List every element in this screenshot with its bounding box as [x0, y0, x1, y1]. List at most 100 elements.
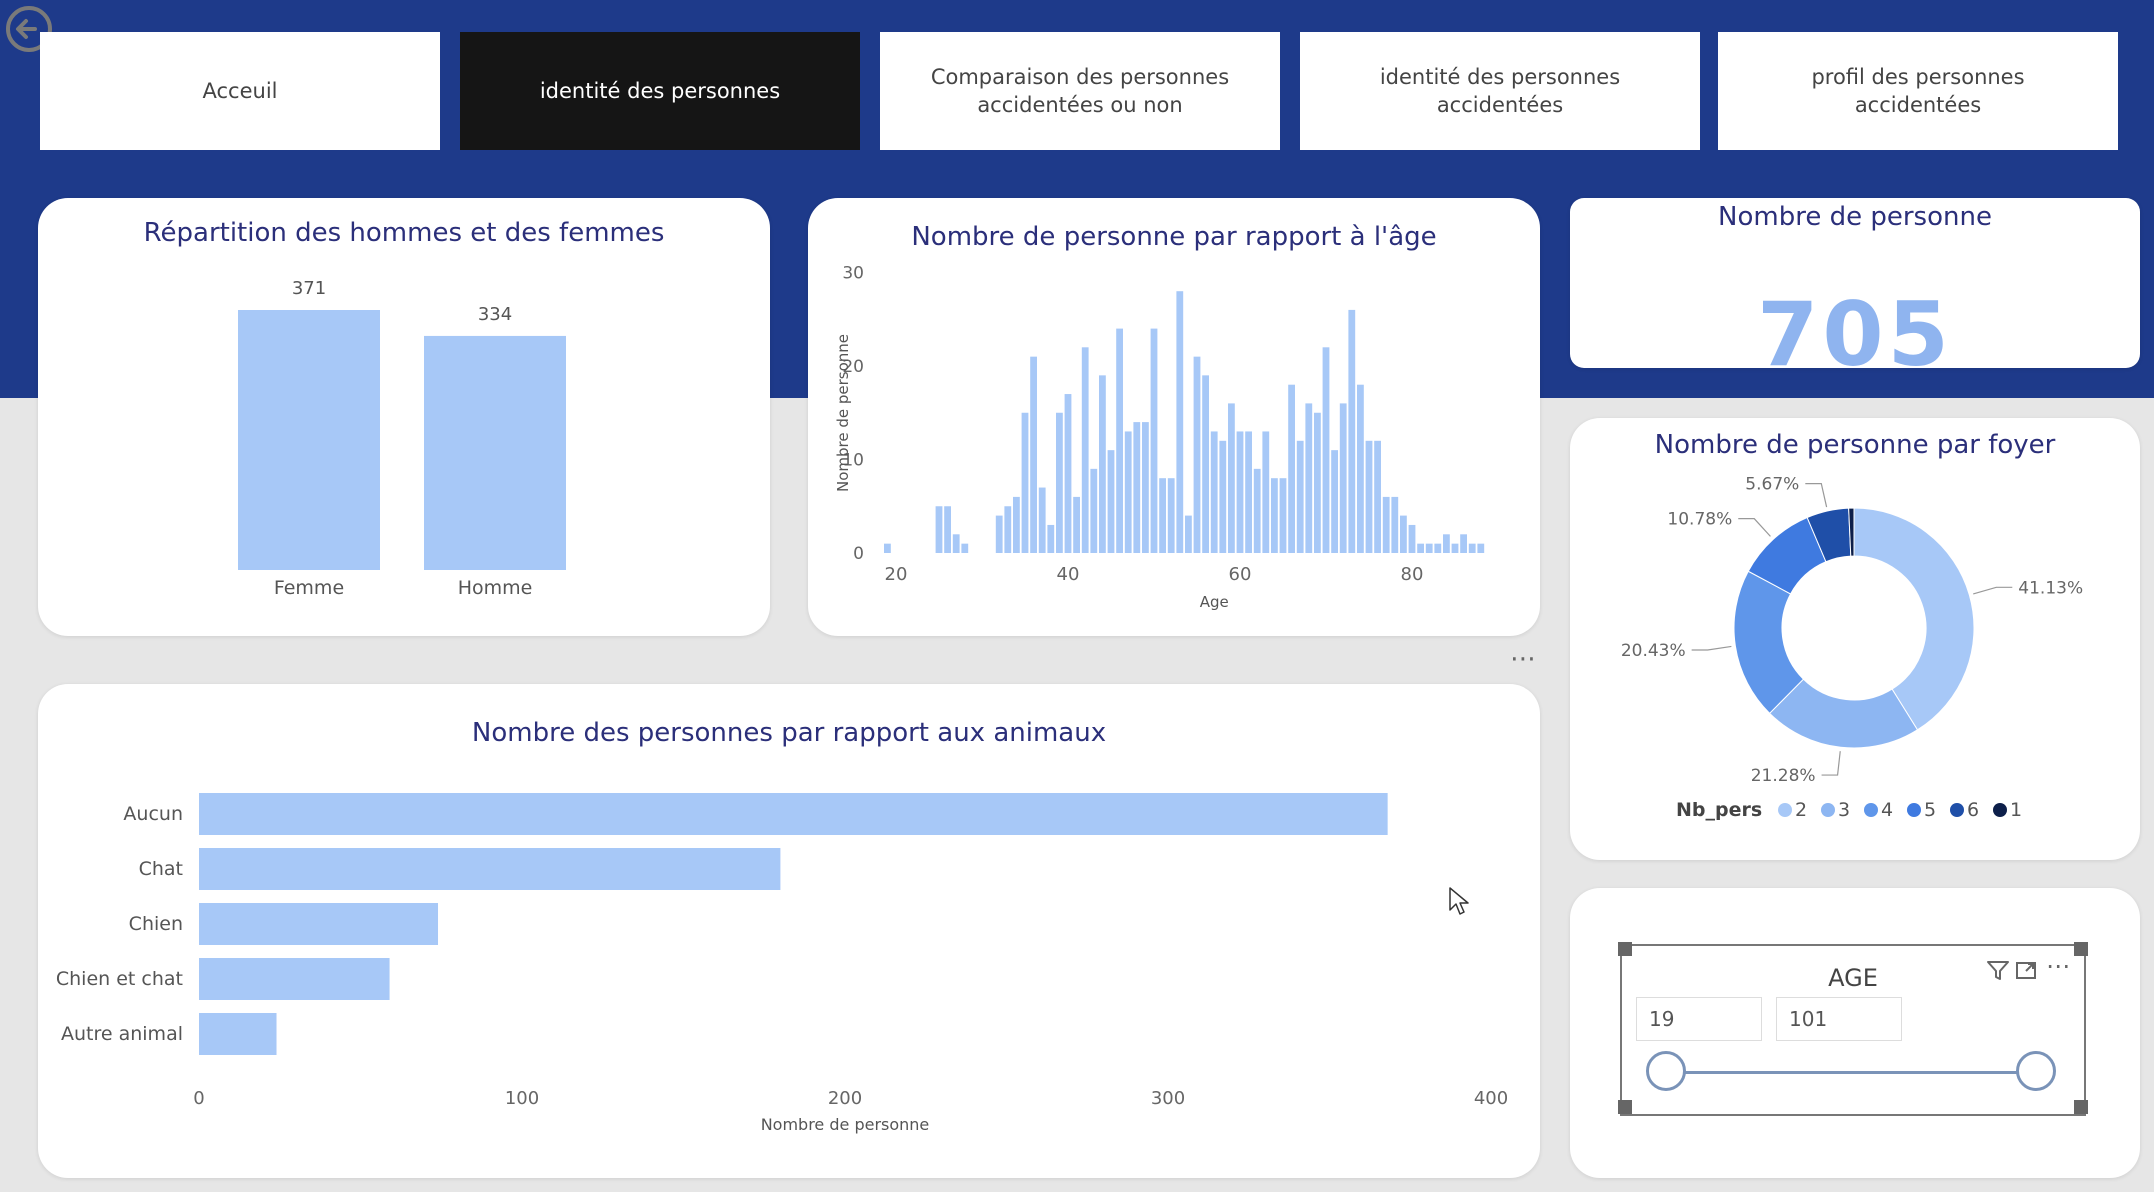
kpi-card[interactable]: Nombre de personne 705: [1570, 198, 2140, 386]
histogram-bar: [1425, 543, 1433, 553]
more-options-icon[interactable]: ⋯: [2046, 952, 2070, 980]
legend-swatch: [1821, 803, 1835, 817]
legend-swatch: [1907, 803, 1921, 817]
legend-item-6: 6: [1967, 799, 1979, 821]
histogram-bar: [1253, 468, 1261, 553]
leader-line: [1805, 483, 1828, 508]
filter-icon[interactable]: [1984, 956, 2012, 984]
leader-line: [1973, 586, 2013, 595]
age-max-input[interactable]: 101: [1776, 997, 1902, 1041]
slice-label: 10.78%: [1667, 510, 1732, 530]
animals-chart-card[interactable]: Nombre des personnes par rapport aux ani…: [38, 684, 1540, 1178]
histogram-bar: [1193, 356, 1201, 553]
histogram-bar: [1021, 412, 1029, 553]
y-tick-label: Chien et chat: [56, 968, 183, 990]
histogram-bar: [1314, 412, 1321, 553]
x-tick-label: Homme: [458, 577, 533, 599]
x-tick-label: 20: [885, 564, 908, 585]
household-donut-chart: 41.13% 21.28% 20.43% 10.78% 5.67% Nb_pers 2 3 4 5…: [1621, 475, 2083, 821]
legend-swatch: [1950, 803, 1964, 817]
histogram-bar: [1081, 347, 1089, 553]
tab-identite-accidentees[interactable]: identité des personnes accidentées: [1300, 32, 1700, 150]
histogram-bar: [952, 534, 960, 553]
gender-chart-card[interactable]: Répartition des hommes et des femmes 371…: [38, 198, 770, 636]
histogram-bar: [1451, 543, 1459, 553]
x-tick-label: 40: [1057, 564, 1080, 585]
tab-identite-des-personnes[interactable]: identité des personnes: [460, 32, 860, 150]
histogram-bar: [1116, 328, 1123, 553]
bar-chien: [199, 903, 439, 945]
histogram-bar: [1013, 496, 1020, 553]
histogram-bar: [1202, 375, 1209, 553]
kpi-title: Nombre de personne: [1718, 202, 1992, 232]
x-tick-label: 60: [1229, 564, 1252, 585]
histogram-bar: [1133, 422, 1141, 553]
tab-acceuil[interactable]: Acceuil: [40, 32, 440, 150]
mouse-cursor-icon: [1449, 887, 1469, 915]
x-tick-label: 100: [505, 1088, 539, 1109]
histogram-bar: [1004, 506, 1012, 553]
histogram-bar: [1339, 403, 1347, 553]
x-axis-label: Age: [1200, 593, 1229, 611]
tab-comparaison[interactable]: Comparaison des personnes accidentées ou…: [880, 32, 1280, 150]
tab-profil-accidentees[interactable]: profil des personnes accidentées: [1718, 32, 2118, 150]
histogram-bar: [1305, 403, 1313, 553]
resize-handle[interactable]: [2074, 1100, 2088, 1114]
histogram-bar: [1047, 524, 1055, 553]
histogram-bar: [1262, 431, 1270, 553]
resize-handle[interactable]: [1618, 1100, 1632, 1114]
histogram-bar: [1477, 543, 1485, 553]
histogram-bar: [1382, 496, 1390, 553]
more-options-icon[interactable]: ⋯: [1506, 646, 1540, 678]
histogram-bar: [961, 543, 969, 553]
bar-aucun: [199, 793, 1388, 835]
histogram-bar: [1150, 328, 1158, 553]
age-min-input[interactable]: 19: [1636, 997, 1762, 1041]
y-tick-label: 30: [842, 264, 864, 284]
histogram-bar: [1107, 450, 1115, 553]
histogram-bar: [1279, 478, 1287, 553]
legend-item-5: 5: [1924, 799, 1936, 821]
legend-item-3: 3: [1838, 799, 1850, 821]
household-chart-card[interactable]: Nombre de personne par foyer 41.13% 21.28…: [1570, 418, 2140, 860]
histogram-bar: [1417, 543, 1424, 553]
legend-item-4: 4: [1881, 799, 1893, 821]
focus-mode-icon[interactable]: [2012, 956, 2040, 984]
histogram-bar: [884, 543, 891, 553]
x-tick-label: 300: [1151, 1088, 1185, 1109]
histogram-bar: [1030, 356, 1037, 553]
slider-track[interactable]: [1668, 1071, 2034, 1074]
histogram-bar: [1124, 431, 1132, 553]
histogram-bar: [1296, 440, 1304, 553]
histogram-bar: [1038, 487, 1046, 553]
histogram-bar: [1176, 291, 1184, 553]
resize-handle[interactable]: [2074, 942, 2088, 956]
bar-chien-et-chat: [199, 958, 390, 1000]
slice-label: 20.43%: [1621, 641, 1686, 661]
y-tick-label: Aucun: [123, 803, 183, 825]
histogram-bar: [1228, 403, 1235, 553]
histogram-bar: [1365, 440, 1373, 553]
kpi-value: 705: [1757, 283, 1953, 386]
slice-label: 5.67%: [1745, 475, 1799, 495]
slider-min-handle[interactable]: [1646, 1051, 1686, 1091]
histogram-bar: [1434, 543, 1442, 553]
histogram-bar: [1443, 534, 1450, 553]
legend-item-1: 1: [2010, 799, 2022, 821]
slider-max-handle[interactable]: [2016, 1051, 2056, 1091]
histogram-bar: [1210, 431, 1218, 553]
histogram-bar: [1374, 440, 1381, 553]
histogram-bar: [1400, 515, 1407, 553]
histogram-bar: [995, 515, 1003, 553]
age-histogram: 010203020 40 60 80AgeNombre de personne: [834, 264, 1485, 611]
histogram-bar: [1245, 431, 1252, 553]
resize-handle[interactable]: [1618, 942, 1632, 956]
histogram-bar: [1468, 543, 1476, 553]
histogram-bar: [1142, 422, 1149, 553]
age-slicer[interactable]: AGE ⋯ 19 101: [1618, 942, 2088, 1116]
histogram-bar: [1271, 478, 1278, 553]
histogram-bar: [1185, 515, 1192, 553]
age-chart-card[interactable]: Nombre de personne par rapport à l'âge 0…: [808, 198, 1540, 636]
legend-swatch: [1778, 803, 1792, 817]
leader-line: [1691, 645, 1732, 651]
